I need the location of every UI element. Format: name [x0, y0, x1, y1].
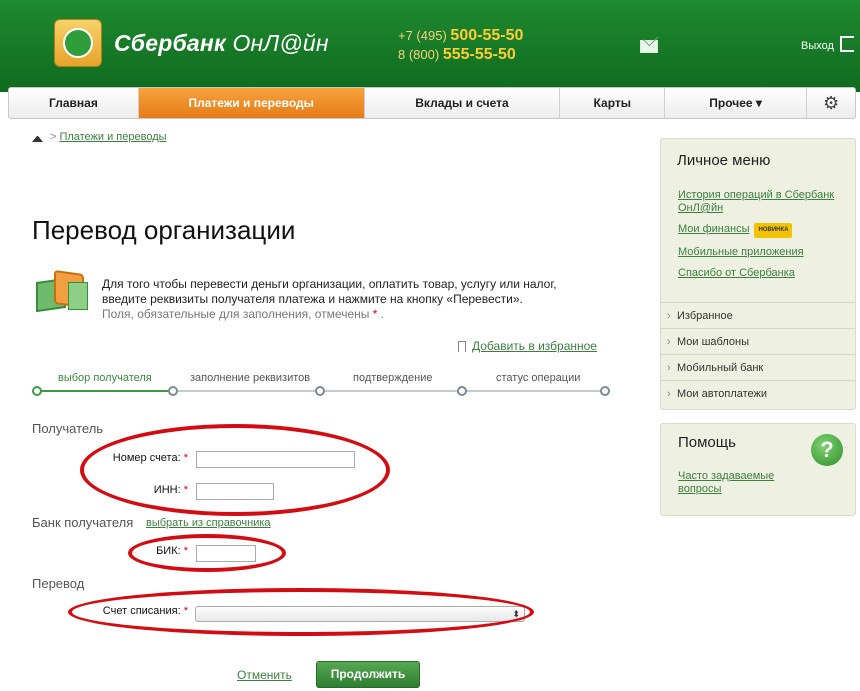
history-link[interactable]: История операций в Сбербанк ОнЛ@йн: [678, 189, 848, 215]
step-dot-4: [457, 386, 467, 396]
personal-menu-title: Личное меню: [677, 152, 771, 169]
gear-icon[interactable]: ⚙: [807, 88, 855, 118]
menu-item-templates[interactable]: Мои шаблоны: [661, 328, 855, 355]
logo-circle: [63, 28, 93, 58]
question-icon[interactable]: ?: [811, 434, 843, 466]
breadcrumb-payments-link[interactable]: Платежи и переводы: [59, 131, 166, 143]
page-title: Перевод организации: [32, 215, 296, 245]
phones: +7 (495) 500-55-50 8 (800) 555-55-50: [398, 26, 523, 64]
transfer-section-title: Перевод: [32, 576, 85, 591]
bookmark-icon: [458, 341, 466, 352]
step-dot-1: [32, 386, 42, 396]
menu-item-autopayments[interactable]: Мои автоплатежи: [661, 380, 855, 407]
bank-section-title: Банк получателя: [32, 515, 134, 530]
brand-light: ОнЛ@йн: [232, 30, 329, 56]
highlight-oval-bik: [128, 534, 286, 572]
finances-link-text: Мои финансы: [678, 223, 750, 235]
personal-menu-panel: Личное меню История операций в Сбербанк …: [660, 138, 856, 410]
required-star: *: [372, 307, 378, 321]
menu-item-favorites[interactable]: Избранное: [661, 302, 855, 329]
step-label-2: заполнение реквизитов: [190, 372, 311, 384]
nav-item-deposits[interactable]: Вклады и счета: [365, 88, 561, 118]
personal-menu-links: История операций в Сбербанк ОнЛ@йн Мои ф…: [678, 189, 848, 288]
continue-button[interactable]: Продолжить: [316, 661, 420, 688]
home-icon[interactable]: [32, 133, 43, 142]
personal-menu-items: Избранное Мои шаблоны Мобильный банк Мои…: [661, 302, 855, 407]
brand-bold: Сбербанк: [114, 30, 226, 56]
nav-item-cards[interactable]: Карты: [560, 88, 666, 118]
menu-item-mobile-bank[interactable]: Мобильный банк: [661, 354, 855, 381]
required-note: Поля, обязательные для заполнения, отмеч…: [102, 307, 370, 321]
progress-steps: выбор получателя заполнение реквизитов п…: [32, 366, 610, 398]
phone1-number: 500-55-50: [450, 27, 524, 44]
intro-text: Для того чтобы перевести деньги организа…: [102, 277, 562, 322]
step-dot-5: [600, 386, 610, 396]
mobile-apps-link[interactable]: Мобильные приложения: [678, 246, 848, 259]
transfer-illustration-icon: [32, 269, 92, 318]
mail-icon[interactable]: [640, 40, 658, 53]
recipient-section-title: Получатель: [32, 421, 104, 436]
nav-item-home[interactable]: Главная: [9, 88, 139, 118]
exit-link[interactable]: Выход: [801, 40, 834, 52]
intro-main: Для того чтобы перевести деньги организа…: [102, 277, 557, 306]
step-dot-2: [168, 386, 178, 396]
spasibo-link[interactable]: Спасибо от Сбербанка: [678, 267, 848, 280]
new-badge: НОВИНКА: [754, 223, 793, 238]
step-label-1: выбор получателя: [58, 372, 152, 384]
step-dot-3: [315, 386, 325, 396]
logo-icon[interactable]: [54, 19, 102, 67]
exit-icon[interactable]: [840, 36, 854, 52]
phone2-number: 555-55-50: [442, 46, 516, 63]
breadcrumb-separator: >: [50, 131, 57, 143]
steps-track-done: [36, 390, 176, 392]
brand-name[interactable]: Сбербанк ОнЛ@йн: [114, 30, 329, 57]
step-label-4: статус операции: [496, 372, 581, 384]
favorite-label: Добавить в избранное: [472, 339, 597, 353]
required-note-end: .: [380, 307, 385, 321]
step-label-3: подтверждение: [353, 372, 433, 384]
highlight-oval-recipient: [80, 424, 390, 516]
add-to-favorites-link[interactable]: Добавить в избранное: [458, 339, 597, 353]
faq-link[interactable]: Часто задаваемые вопросы: [678, 470, 808, 496]
phone2-prefix: 8 (800): [398, 47, 440, 62]
bank-directory-link[interactable]: выбрать из справочника: [146, 517, 271, 529]
highlight-oval-debit: [68, 588, 534, 636]
help-title: Помощь: [678, 434, 736, 451]
cancel-link[interactable]: Отменить: [237, 668, 292, 682]
help-panel: Помощь ? Часто задаваемые вопросы: [660, 423, 856, 516]
nav-item-more[interactable]: Прочее ▾: [665, 88, 808, 118]
breadcrumb: > Платежи и переводы: [32, 131, 167, 143]
finances-link[interactable]: Мои финансы НОВИНКА: [678, 223, 848, 238]
phone1-prefix: +7 (495): [398, 28, 447, 43]
nav-item-payments[interactable]: Платежи и переводы: [138, 88, 365, 118]
main-nav: Главная Платежи и переводы Вклады и счет…: [8, 87, 856, 119]
header: Сбербанк ОнЛ@йн +7 (495) 500-55-50 8 (80…: [0, 0, 860, 92]
